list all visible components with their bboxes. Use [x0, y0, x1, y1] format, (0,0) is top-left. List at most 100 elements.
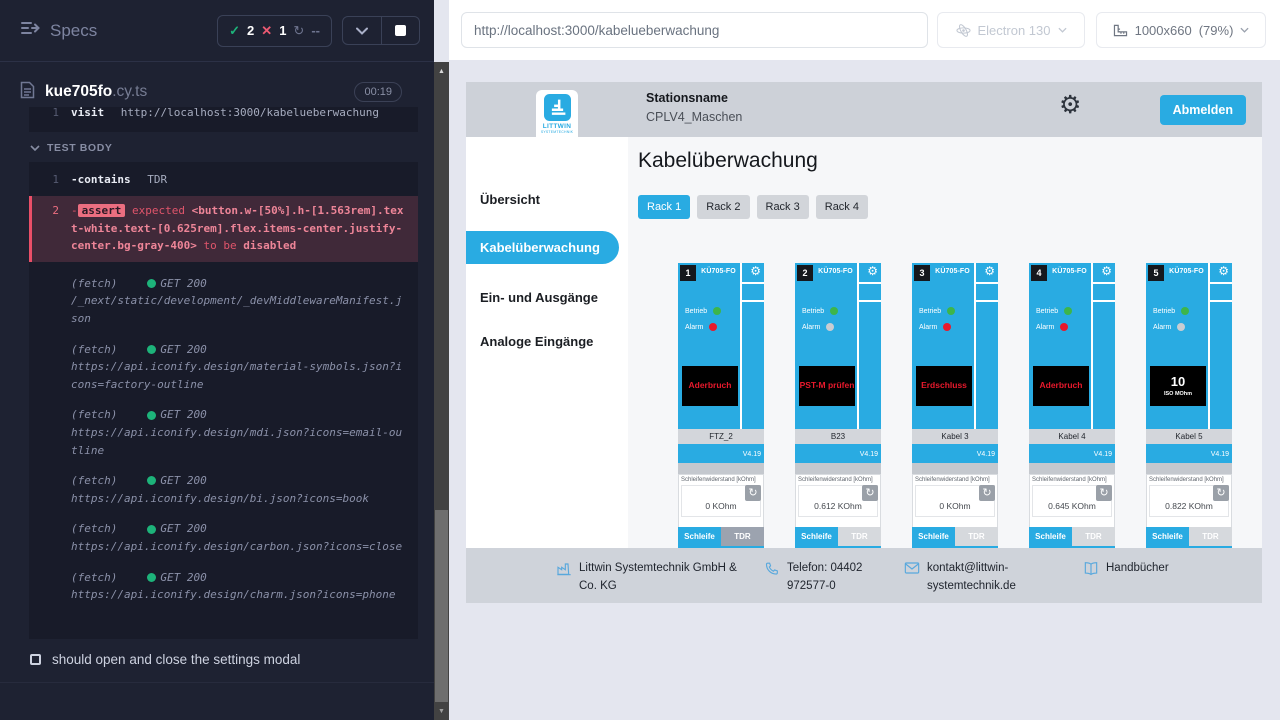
url-input[interactable]: http://localhost:3000/kabelueberwachung — [461, 12, 928, 48]
sidebar-item[interactable]: Kabelüberwachung — [466, 231, 619, 264]
divider — [0, 682, 434, 683]
alarm-led — [943, 323, 951, 331]
fetch-method-status: GET 200 — [160, 406, 206, 424]
fetch-log-row[interactable]: (fetch) GET 200 /_next/static/developmen… — [29, 275, 418, 328]
measurement-label: Schleifenwiderstand [kOhm] — [913, 475, 997, 483]
fetch-log-row[interactable]: (fetch) GET 200 https://api.iconify.desi… — [29, 341, 418, 394]
rack-tabs: Rack 1 Rack 2 Rack 3 Rack 4 — [638, 195, 868, 219]
rack-tab[interactable]: Rack 4 — [816, 195, 868, 219]
tdr-button[interactable]: TDR — [955, 527, 998, 546]
viewport-selector[interactable]: 1000x660 (79%) — [1096, 12, 1266, 48]
measurement-label: Schleifenwiderstand [kOhm] — [1147, 475, 1231, 483]
schleife-button[interactable]: Schleife — [678, 527, 721, 546]
fetch-log-row[interactable]: (fetch) GET 200 https://api.iconify.desi… — [29, 569, 418, 604]
scroll-up-arrow[interactable]: ▲ — [434, 64, 449, 78]
schleife-button[interactable]: Schleife — [1146, 527, 1189, 546]
test-body-section-header[interactable]: TEST BODY — [30, 142, 113, 154]
reporter-scrollbar[interactable]: ▲ ▼ — [434, 62, 449, 720]
card-settings-gear-icon[interactable]: ⚙ — [984, 265, 995, 277]
browser-selector[interactable]: Electron 130 — [937, 12, 1085, 48]
specs-list-icon[interactable] — [20, 19, 40, 42]
card-settings-gear-icon[interactable]: ⚙ — [750, 265, 761, 277]
app-content: Kabelüberwachung Rack 1 Rack 2 Rack 3 Ra… — [628, 137, 1262, 548]
spec-duration: 00:19 — [354, 82, 402, 102]
fetch-url: https://api.iconify.design/mdi.json?icon… — [71, 426, 402, 457]
monitoring-device-card: 5 KÜ705-FO ⚙ Betrieb Alarm — [1146, 263, 1232, 548]
alarm-label: Alarm — [685, 324, 703, 331]
display-text: 10 — [1171, 375, 1185, 390]
betrieb-led — [1181, 307, 1189, 315]
card-settings-gear-icon[interactable]: ⚙ — [1218, 265, 1229, 277]
device-model: KÜ705-FO — [931, 268, 974, 275]
measurement-label: Schleifenwiderstand [kOhm] — [796, 475, 880, 483]
tdr-button[interactable]: TDR — [838, 527, 881, 546]
betrieb-led — [830, 307, 838, 315]
command-name: contains — [78, 173, 131, 186]
ruler-icon — [1113, 24, 1128, 37]
collapse-chevron-icon[interactable] — [343, 17, 381, 44]
assert-message: -assert expected <button.w-[50%].h-[1.56… — [71, 202, 406, 255]
status-ok-dot — [147, 476, 156, 485]
device-model: KÜ705-FO — [1165, 268, 1208, 275]
schleife-button[interactable]: Schleife — [795, 527, 838, 546]
pending-count: -- — [311, 23, 320, 38]
betrieb-led — [713, 307, 721, 315]
rack-tab[interactable]: Rack 3 — [757, 195, 809, 219]
littwin-logo-icon — [544, 94, 571, 121]
refresh-icon[interactable]: ↻ — [1096, 485, 1112, 501]
measurement-value-box: ↻ 0 KOhm — [915, 485, 995, 517]
logo-sub-text: SYSTEMTECHNIK — [541, 130, 573, 134]
refresh-icon[interactable]: ↻ — [1213, 485, 1229, 501]
tdr-button[interactable]: TDR — [721, 527, 764, 546]
firmware-version: V4.19 — [1211, 451, 1229, 458]
sidebar-item[interactable]: Übersicht — [466, 183, 619, 216]
failed-assert-row[interactable]: 2 -assert expected <button.w-[50%].h-[1.… — [29, 196, 418, 262]
spec-file-row[interactable]: kue705fo.cy.ts 00:19 — [0, 74, 418, 110]
run-controls — [342, 16, 420, 45]
fetch-log-row[interactable]: (fetch) GET 200 https://api.iconify.desi… — [29, 406, 418, 459]
display-unit: ISO MOhm — [1164, 391, 1192, 397]
settings-gear-icon[interactable]: ⚙ — [1059, 93, 1081, 118]
scrollbar-thumb[interactable] — [435, 510, 448, 702]
pending-icon: ↻ — [293, 23, 304, 39]
fetch-log-row[interactable]: (fetch) GET 200 https://api.iconify.desi… — [29, 472, 418, 507]
tdr-button[interactable]: TDR — [1189, 527, 1232, 546]
tdr-button[interactable]: TDR — [1072, 527, 1115, 546]
alarm-label: Alarm — [1153, 324, 1171, 331]
logout-button[interactable]: Abmelden — [1160, 95, 1246, 125]
scroll-down-arrow[interactable]: ▼ — [434, 704, 449, 718]
specs-title: Specs — [50, 21, 97, 41]
test-stats[interactable]: ✓ 2 ✕ 1 ↻ -- — [217, 15, 332, 47]
rack-tab[interactable]: Rack 1 — [638, 195, 690, 219]
refresh-icon[interactable]: ↻ — [862, 485, 878, 501]
device-display: Aderbruch — [1033, 366, 1089, 406]
refresh-icon[interactable]: ↻ — [979, 485, 995, 501]
fetch-method-status: GET 200 — [160, 569, 206, 587]
refresh-icon[interactable]: ↻ — [745, 485, 761, 501]
sidebar-item[interactable]: Ein- und Ausgänge — [466, 281, 619, 314]
footer-email: kontakt@littwin-systemtechnik.de — [904, 560, 1064, 596]
betrieb-led — [947, 307, 955, 315]
card-settings-gear-icon[interactable]: ⚙ — [867, 265, 878, 277]
card-settings-gear-icon[interactable]: ⚙ — [1101, 265, 1112, 277]
contains-command-row[interactable]: 1 -contains TDR — [29, 167, 418, 192]
status-ok-dot — [147, 525, 156, 534]
chevron-down-icon — [1240, 27, 1249, 33]
sidebar-item[interactable]: Analoge Eingänge — [466, 325, 619, 358]
logo-brand-text: LITTWIN — [543, 123, 571, 130]
footer-manuals-link[interactable]: Handbücher — [1083, 560, 1169, 578]
schleife-button[interactable]: Schleife — [1029, 527, 1072, 546]
visit-command-row[interactable]: 1 visit http://localhost:3000/kabelueber… — [29, 107, 418, 125]
alarm-led — [709, 323, 717, 331]
measurement-value: 0.822 KOhm — [1165, 501, 1213, 511]
rack-tab[interactable]: Rack 2 — [697, 195, 749, 219]
firmware-version: V4.19 — [860, 451, 878, 458]
pending-test-row[interactable]: should open and close the settings modal — [30, 652, 300, 667]
display-text: Aderbruch — [689, 381, 732, 391]
fetch-log-row[interactable]: (fetch) GET 200 https://api.iconify.desi… — [29, 520, 418, 555]
schleife-button[interactable]: Schleife — [912, 527, 955, 546]
stop-button[interactable] — [381, 17, 419, 44]
footer-phone: Telefon: 04402 972577-0 — [764, 560, 906, 596]
measurement-label: Schleifenwiderstand [kOhm] — [679, 475, 763, 483]
factory-icon — [556, 561, 572, 577]
